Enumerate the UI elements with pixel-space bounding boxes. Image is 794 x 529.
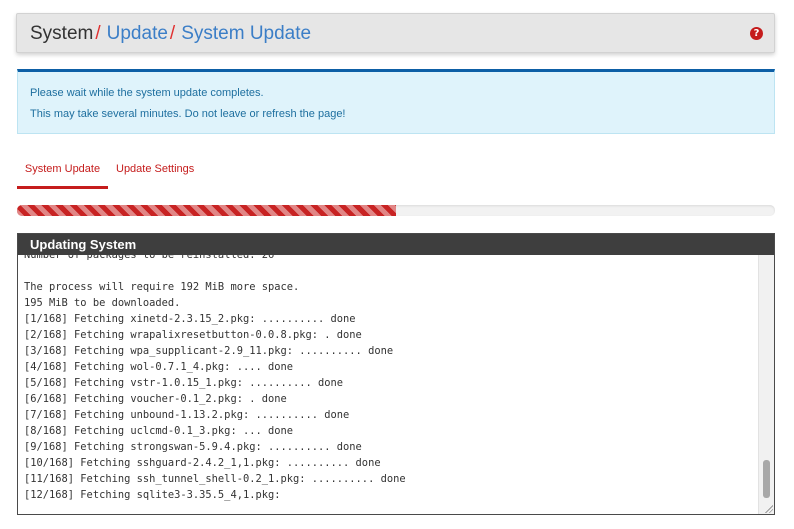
log-line: [1/168] Fetching xinetd-2.3.15_2.pkg: ..…: [24, 313, 356, 325]
question-circle-icon[interactable]: ?: [750, 27, 763, 40]
log-line: 195 MiB to be downloaded.: [24, 297, 181, 309]
breadcrumb-separator: /: [95, 23, 101, 44]
log-line: [11/168] Fetching ssh_tunnel_shell-0.2_1…: [24, 473, 406, 485]
update-progress-bar: [17, 205, 775, 216]
panel-title: Updating System: [18, 234, 774, 255]
breadcrumb-separator: /: [169, 23, 176, 44]
updating-system-panel: Updating System Number of packages to be…: [17, 233, 775, 515]
log-content: Number of packages to be reinstalled: 26…: [24, 255, 406, 503]
update-log-textarea[interactable]: Number of packages to be reinstalled: 26…: [18, 255, 758, 514]
breadcrumb-update-link[interactable]: Update: [107, 23, 168, 44]
log-line: [2/168] Fetching wrapalixresetbutton-0.0…: [24, 329, 362, 341]
log-line: [8/168] Fetching uclcmd-0.1_3.pkg: ... d…: [24, 425, 293, 437]
breadcrumb-system: System: [30, 23, 94, 44]
resize-handle-icon[interactable]: [764, 504, 773, 513]
progress-bar-fill: [17, 205, 396, 216]
log-line: [12/168] Fetching sqlite3-3.35.5_4,1.pkg…: [24, 489, 281, 501]
tab-system-update[interactable]: System Update: [17, 153, 108, 189]
alert-line-2: This may take several minutes. Do not le…: [30, 108, 346, 120]
log-line: The process will require 192 MiB more sp…: [24, 281, 300, 293]
log-line: [9/168] Fetching strongswan-5.9.4.pkg: .…: [24, 441, 362, 453]
log-line: Number of packages to be reinstalled: 26: [24, 255, 275, 261]
page-header: System / Update / System Update ?: [16, 13, 775, 53]
log-line: [6/168] Fetching voucher-0.1_2.pkg: . do…: [24, 393, 287, 405]
breadcrumb: System / Update / System Update: [30, 23, 311, 45]
log-scrollbar[interactable]: [758, 255, 774, 514]
info-alert: Please wait while the system update comp…: [17, 69, 775, 134]
tab-bar: System Update Update Settings: [17, 153, 776, 189]
log-line: [7/168] Fetching unbound-1.13.2.pkg: ...…: [24, 409, 350, 421]
log-line: [10/168] Fetching sshguard-2.4.2_1,1.pkg…: [24, 457, 381, 469]
alert-line-1: Please wait while the system update comp…: [30, 87, 264, 99]
breadcrumb-system-update-link[interactable]: System Update: [181, 23, 311, 44]
scrollbar-thumb[interactable]: [763, 460, 770, 498]
log-line: [3/168] Fetching wpa_supplicant-2.9_11.p…: [24, 345, 394, 357]
log-line: [5/168] Fetching vstr-1.0.15_1.pkg: ....…: [24, 377, 344, 389]
tab-update-settings[interactable]: Update Settings: [116, 153, 194, 186]
log-line: [4/168] Fetching wol-0.7.1_4.pkg: .... d…: [24, 361, 293, 373]
